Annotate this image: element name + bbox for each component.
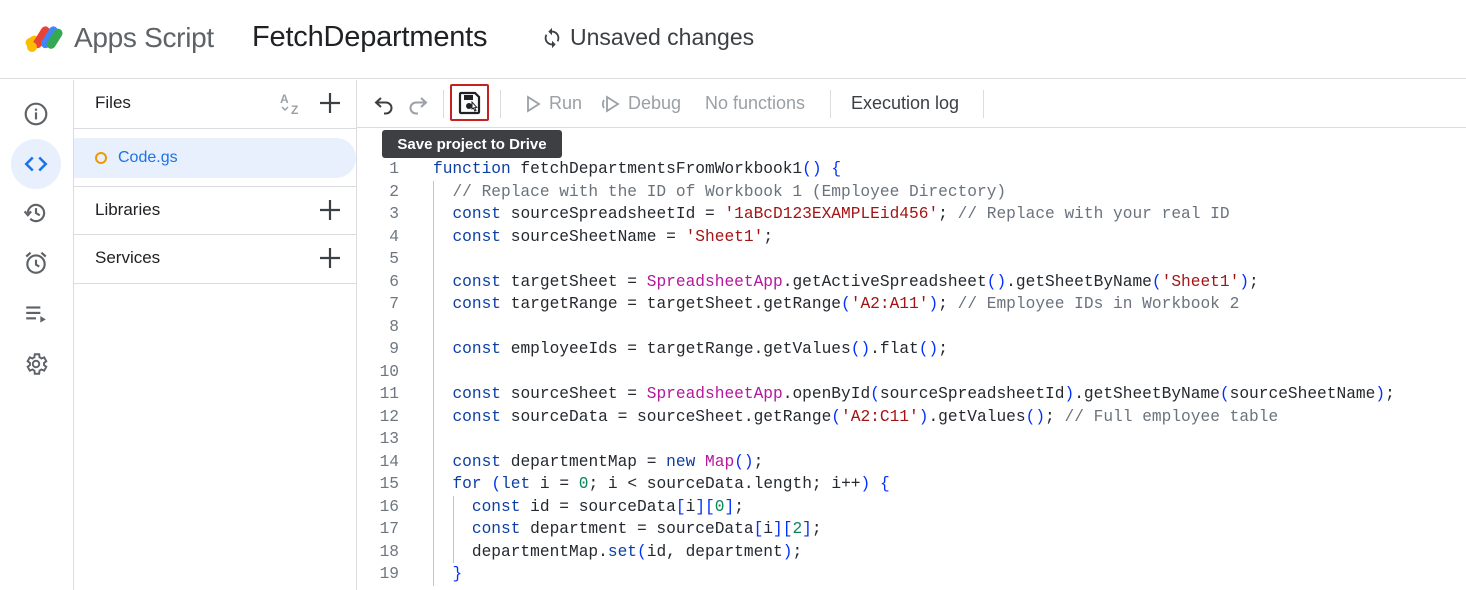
line-number: 13	[379, 430, 399, 448]
save-icon	[458, 91, 480, 114]
code-icon	[24, 156, 48, 172]
function-select[interactable]: No functions	[705, 93, 805, 114]
code-editor[interactable]: 1 function fetchDepartmentsFromWorkbook1(…	[357, 158, 1466, 590]
triggers-button[interactable]	[11, 238, 61, 288]
code-text: for (let i = 0; i < sourceData.length; i…	[452, 475, 890, 493]
overview-button[interactable]	[11, 89, 61, 139]
file-item-code-gs[interactable]: Code.gs	[74, 138, 356, 178]
run-label: Run	[549, 93, 583, 113]
line-number: 12	[379, 407, 399, 426]
line-number: 7	[389, 295, 399, 313]
debug-icon	[602, 94, 620, 113]
sync-icon	[544, 27, 560, 48]
playlist-icon	[26, 306, 46, 323]
save-project-button[interactable]	[450, 84, 489, 121]
file-name: Code.gs	[118, 149, 178, 166]
code-text: const targetRange = targetSheet.getRange…	[452, 295, 1240, 313]
services-title: Services	[95, 248, 161, 267]
line-number: 4	[389, 227, 399, 246]
executions-button[interactable]	[11, 188, 61, 238]
line-number: 15	[379, 475, 399, 493]
gear-icon	[26, 353, 48, 375]
line-number: 1	[389, 160, 399, 178]
apps-script-logo[interactable]	[24, 19, 66, 53]
editor-toolbar: Run Debug No functions Execution log	[357, 80, 1466, 128]
add-library-icon[interactable]	[318, 198, 342, 222]
project-title[interactable]: FetchDepartments	[252, 21, 488, 54]
line-number: 10	[379, 362, 399, 381]
undo-icon[interactable]	[372, 92, 396, 116]
libraries-title: Libraries	[95, 200, 161, 219]
toolbar-divider	[443, 90, 444, 118]
code-text: const employeeIds = targetRange.getValue…	[452, 340, 948, 358]
unsaved-status: Unsaved changes	[541, 24, 754, 51]
code-text: }	[452, 565, 463, 583]
svg-text:Z: Z	[291, 103, 298, 117]
az-sort-icon[interactable]: AZ	[278, 90, 306, 118]
toolbar-divider	[830, 90, 831, 118]
editor-button[interactable]	[11, 139, 61, 189]
indent-guide	[452, 495, 454, 563]
code-text: // Replace with the ID of Workbook 1 (Em…	[452, 182, 1007, 201]
files-title: Files	[95, 93, 131, 112]
code-text: const sourceSpreadsheetId = '1aBcD123EXA…	[452, 205, 1230, 223]
redo-icon[interactable]	[406, 92, 430, 116]
alarm-icon	[25, 251, 47, 274]
line-number: 19	[379, 565, 399, 583]
add-file-icon[interactable]	[318, 91, 342, 115]
line-number: 14	[379, 452, 399, 471]
code-text: const department = sourceData[i][2];	[471, 520, 822, 538]
line-number: 17	[379, 520, 399, 538]
code-text: departmentMap.set(id, department);	[433, 542, 803, 561]
execution-list-button[interactable]	[11, 289, 61, 339]
files-panel: Files AZ Code.gs Libraries Services	[74, 80, 357, 590]
history-icon	[23, 203, 46, 223]
code-text: const sourceData = sourceSheet.getRange(…	[452, 407, 1279, 426]
left-nav-rail	[0, 80, 74, 590]
play-icon	[527, 94, 541, 113]
files-header: Files AZ	[74, 80, 356, 129]
code-text: const departmentMap = new Map();	[452, 452, 764, 471]
debug-button[interactable]: Debug	[602, 93, 681, 114]
code-text: const sourceSheetName = 'Sheet1';	[452, 227, 774, 246]
toolbar-divider	[983, 90, 984, 118]
line-number: 18	[379, 542, 399, 561]
line-number: 16	[379, 497, 399, 516]
save-tooltip: Save project to Drive	[382, 130, 562, 158]
execution-log-button[interactable]: Execution log	[851, 93, 959, 114]
info-icon	[24, 102, 48, 126]
svg-text:A: A	[280, 92, 289, 106]
toolbar-divider	[500, 90, 501, 118]
settings-button[interactable]	[11, 339, 61, 389]
line-number: 6	[389, 272, 399, 291]
code-text: function fetchDepartmentsFromWorkbook1()…	[433, 160, 842, 178]
app-name[interactable]: Apps Script	[74, 22, 214, 54]
libraries-section: Libraries	[74, 186, 356, 235]
run-button[interactable]: Run	[523, 93, 582, 114]
line-number: 8	[389, 317, 399, 336]
app-header: Apps Script FetchDepartments Unsaved cha…	[0, 0, 1466, 79]
unsaved-file-dot	[95, 152, 107, 164]
unsaved-status-text: Unsaved changes	[570, 24, 755, 50]
services-section: Services	[74, 235, 356, 284]
code-text: const sourceSheet = SpreadsheetApp.openB…	[452, 385, 1395, 403]
line-number: 5	[389, 250, 399, 268]
code-text: const id = sourceData[i][0];	[471, 497, 744, 516]
line-number: 9	[389, 340, 399, 358]
line-number: 11	[379, 385, 399, 403]
add-service-icon[interactable]	[318, 246, 342, 270]
debug-label: Debug	[628, 93, 682, 113]
line-number: 3	[389, 205, 399, 223]
function-select-value: No functions	[705, 93, 806, 113]
indent-guide	[433, 180, 434, 586]
code-text: const targetSheet = SpreadsheetApp.getAc…	[452, 272, 1259, 291]
line-number: 2	[389, 182, 399, 201]
